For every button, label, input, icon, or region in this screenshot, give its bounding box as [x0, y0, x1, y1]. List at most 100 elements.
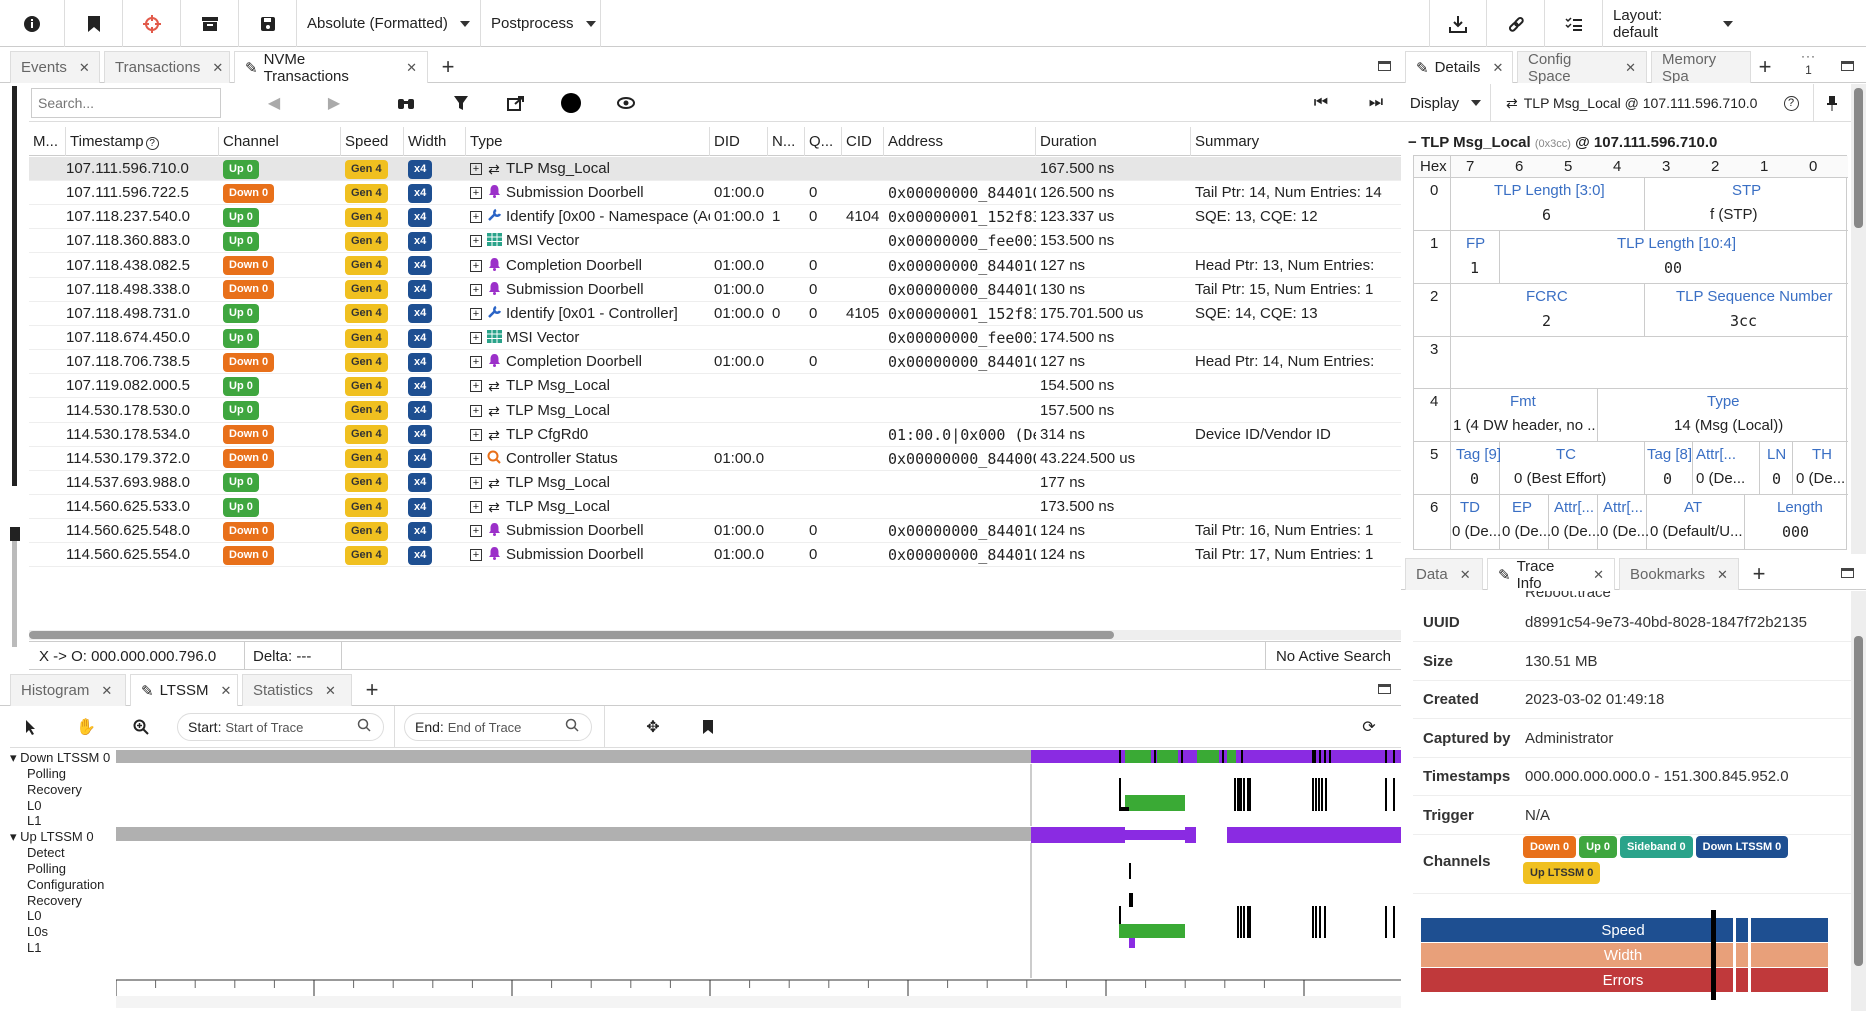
eye-icon[interactable] — [604, 84, 648, 122]
export-icon[interactable] — [494, 84, 538, 122]
table-row[interactable]: 107.118.498.338.0 Down 0 Gen 4 x4 + Submissio… — [29, 278, 1401, 302]
close-icon[interactable]: ✕ — [406, 60, 417, 76]
table-row[interactable]: 114.530.178.534.0 Down 0 Gen 4 x4 + ⇄ TLP CfgR… — [29, 423, 1401, 447]
chevron-down-icon[interactable]: ▾ — [10, 829, 20, 844]
field-label[interactable]: FCRC — [1526, 288, 1568, 305]
tab-ltssm[interactable]: ✎ LTSSM ✕ — [130, 674, 238, 706]
info-scrollbar[interactable] — [1851, 591, 1866, 1011]
tab-events[interactable]: Events ✕ — [10, 51, 100, 83]
tab-memory-space[interactable]: Memory Spa — [1651, 51, 1751, 83]
bookmark-icon[interactable] — [687, 706, 729, 748]
field-label[interactable]: TC — [1556, 446, 1576, 463]
expand-icon[interactable]: + — [470, 283, 482, 296]
field-label[interactable]: Tag [8] — [1647, 446, 1692, 463]
prev-arrow-icon[interactable]: ◀ — [254, 84, 294, 122]
info-icon[interactable] — [0, 0, 65, 47]
field-label[interactable]: TLP Length [3:0] — [1494, 182, 1605, 199]
close-icon[interactable]: ✕ — [1593, 567, 1604, 583]
save-icon[interactable] — [239, 0, 297, 47]
maximize-icon[interactable] — [1378, 61, 1391, 71]
expand-icon[interactable]: + — [470, 452, 482, 465]
tab-config-space[interactable]: Config Space ✕ — [1517, 51, 1647, 85]
field-label[interactable]: EP — [1512, 499, 1532, 516]
track-group-label[interactable]: ▾ Down LTSSM 0 — [10, 750, 110, 766]
collapse-icon[interactable]: − — [1408, 134, 1417, 151]
move-icon[interactable]: ✥ — [632, 706, 674, 748]
pointer-icon[interactable] — [10, 706, 52, 748]
expand-icon[interactable]: + — [470, 211, 482, 224]
col-summary[interactable]: Summary — [1191, 127, 1401, 156]
col-speed[interactable]: Speed — [341, 127, 404, 156]
expand-icon[interactable]: + — [470, 476, 482, 489]
table-row[interactable]: 107.118.360.883.0 Up 0 Gen 4 x4 + MSI Vector 0… — [29, 229, 1401, 254]
details-scrollbar[interactable] — [1851, 84, 1866, 554]
field-label[interactable]: Fmt — [1510, 393, 1536, 410]
postprocess-select[interactable]: Postprocess — [481, 0, 601, 47]
field-label[interactable]: Type — [1707, 393, 1740, 410]
table-row[interactable]: 114.560.625.548.0 Down 0 Gen 4 x4 + Submissio… — [29, 519, 1401, 544]
table-row[interactable]: 107.111.596.722.5 Down 0 Gen 4 x4 + Submissio… — [29, 181, 1401, 206]
timestamp-format-select[interactable]: Absolute (Formatted) — [297, 0, 481, 47]
expand-icon[interactable]: + — [470, 307, 482, 320]
track-group-label[interactable]: ▾ Up LTSSM 0 — [10, 829, 94, 845]
record-icon[interactable] — [549, 84, 593, 122]
table-row[interactable]: 114.560.625.533.0 Up 0 Gen 4 x4 + ⇄ TLP Msg_Lo… — [29, 495, 1401, 520]
next-arrow-icon[interactable]: ▶ — [314, 84, 354, 122]
maximize-icon[interactable] — [1841, 61, 1854, 71]
expand-icon[interactable]: + — [470, 549, 482, 562]
add-tab-button[interactable]: + — [432, 51, 464, 83]
field-label[interactable]: STP — [1732, 182, 1761, 199]
close-icon[interactable]: ✕ — [1492, 60, 1503, 76]
close-icon[interactable]: ✕ — [212, 60, 223, 76]
close-icon[interactable]: ✕ — [1460, 567, 1471, 583]
checklist-icon[interactable] — [1545, 0, 1603, 47]
panel-scrollbar[interactable] — [12, 86, 17, 486]
close-icon[interactable]: ✕ — [79, 60, 90, 76]
field-label[interactable]: Attr[... — [1696, 446, 1736, 463]
add-tab-button[interactable]: + — [356, 674, 388, 706]
field-label[interactable]: Tag [9] — [1456, 446, 1501, 463]
close-icon[interactable]: ✕ — [1717, 567, 1728, 583]
expand-icon[interactable]: + — [470, 428, 482, 441]
expand-icon[interactable]: + — [470, 380, 482, 393]
table-row[interactable]: 107.118.237.540.0 Up 0 Gen 4 x4 + Identify [0… — [29, 205, 1401, 230]
add-tab-button[interactable]: + — [1749, 51, 1781, 83]
download-icon[interactable] — [1429, 0, 1487, 47]
search-input[interactable] — [31, 88, 221, 118]
field-label[interactable]: LN — [1767, 446, 1786, 463]
expand-icon[interactable]: + — [470, 525, 482, 538]
expand-icon[interactable]: + — [470, 501, 482, 514]
tab-statistics[interactable]: Statistics ✕ — [242, 674, 352, 706]
tab-transactions[interactable]: Transactions ✕ — [104, 51, 230, 83]
add-tab-button[interactable]: + — [1743, 558, 1775, 590]
scrollbar-thumb[interactable] — [1854, 88, 1863, 228]
table-row[interactable]: 107.118.438.082.5 Down 0 Gen 4 x4 + Completio… — [29, 254, 1401, 278]
layout-select[interactable]: Layout: default — [1603, 0, 1733, 47]
table-row[interactable]: 107.119.082.000.5 Up 0 Gen 4 x4 + ⇄ TLP Msg_Lo… — [29, 374, 1401, 399]
first-page-icon[interactable]: ⏮ — [1299, 84, 1343, 122]
field-label[interactable]: FP — [1466, 235, 1485, 252]
scrollbar-thumb[interactable] — [29, 631, 1114, 639]
refresh-icon[interactable]: ⟳ — [1348, 706, 1390, 748]
display-select[interactable]: Display — [1401, 84, 1491, 122]
field-label[interactable]: Attr[... — [1603, 499, 1643, 516]
tab-nvme-transactions[interactable]: ✎ NVMe Transactions ✕ — [234, 51, 428, 85]
chevron-down-icon[interactable]: ▾ — [10, 750, 20, 765]
start-time-field[interactable]: Start: Start of Trace — [177, 713, 384, 741]
col-cid[interactable]: CID — [842, 127, 884, 156]
close-icon[interactable]: ✕ — [101, 683, 112, 699]
col-duration[interactable]: Duration — [1036, 127, 1191, 156]
tab-trace-info[interactable]: ✎ Trace Info ✕ — [1487, 558, 1615, 592]
field-label[interactable]: TH — [1812, 446, 1832, 463]
field-label[interactable]: Length — [1777, 499, 1823, 516]
field-label[interactable]: Attr[... — [1554, 499, 1594, 516]
horizontal-scrollbar[interactable] — [29, 630, 1401, 640]
link-icon[interactable] — [1487, 0, 1545, 47]
expand-icon[interactable]: + — [470, 259, 482, 272]
tab-histogram[interactable]: Histogram ✕ — [10, 674, 126, 706]
table-row[interactable]: 107.111.596.710.0 Up 0 Gen 4 x4 + ⇄ TLP Msg_Lo… — [29, 157, 1401, 181]
field-label[interactable]: AT — [1684, 499, 1702, 516]
expand-icon[interactable]: + — [470, 332, 482, 345]
tab-overflow-counter[interactable]: ··· 1 — [1801, 49, 1816, 77]
close-icon[interactable]: ✕ — [1625, 60, 1636, 76]
